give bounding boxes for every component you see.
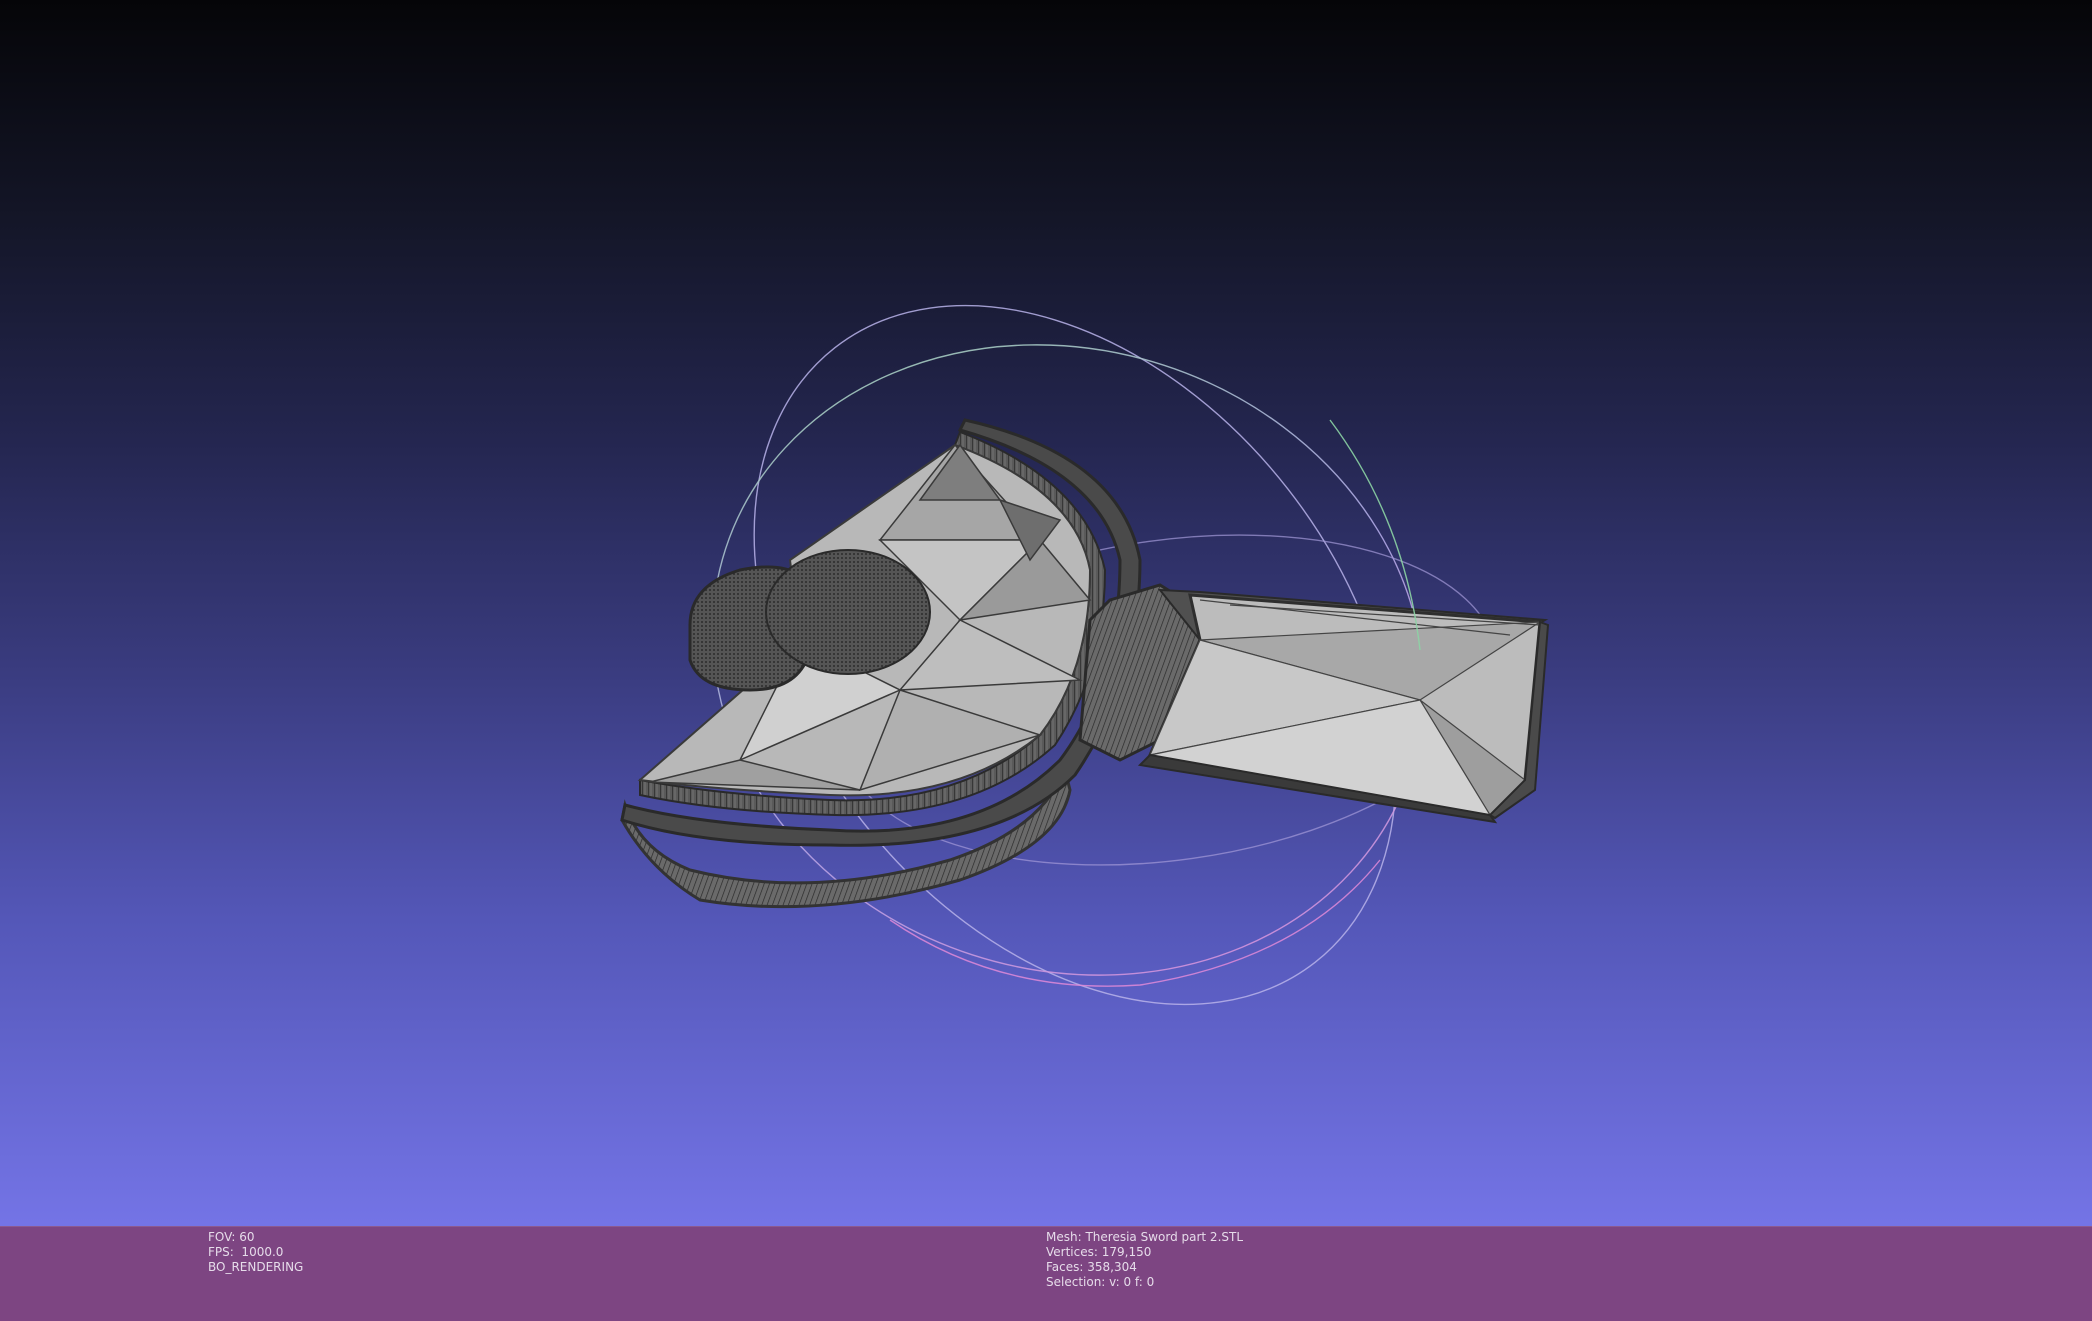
render-mode-readout: BO_RENDERING	[208, 1260, 304, 1274]
mesh-model[interactable]	[620, 418, 1550, 909]
mesh-info: Mesh: Theresia Sword part 2.STL Vertices…	[1046, 1230, 1243, 1290]
mesh-knob-dome	[765, 549, 931, 675]
scene-canvas[interactable]	[0, 0, 2092, 1226]
3d-viewport[interactable]	[0, 0, 2092, 1226]
vertices-readout: Vertices: 179,150	[1046, 1245, 1152, 1259]
render-info: FOV: 60 FPS: 1000.0 BO_RENDERING	[208, 1230, 303, 1275]
fov-readout: FOV: 60	[208, 1230, 255, 1244]
faces-readout: Faces: 358,304	[1046, 1260, 1137, 1274]
fps-readout: FPS: 1000.0	[208, 1245, 284, 1259]
selection-readout: Selection: v: 0 f: 0	[1046, 1275, 1155, 1289]
mesh-name-readout: Mesh: Theresia Sword part 2.STL	[1046, 1230, 1244, 1244]
status-bar: FOV: 60 FPS: 1000.0 BO_RENDERING Mesh: T…	[0, 1226, 2092, 1321]
